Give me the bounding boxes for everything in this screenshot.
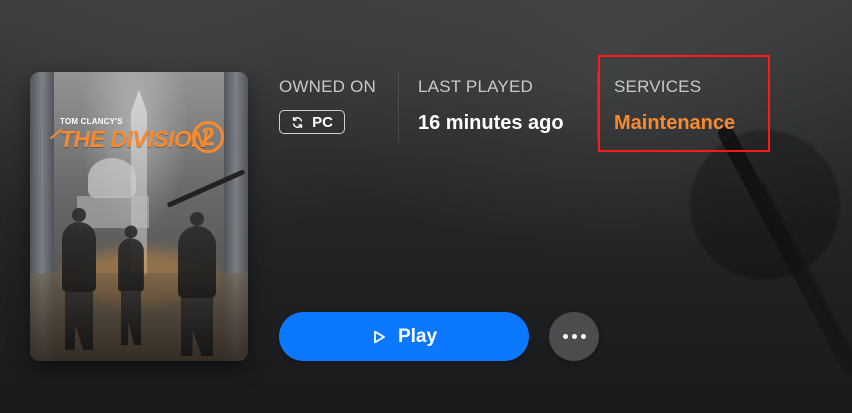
logo-title: THE DIVISION [60, 126, 208, 152]
play-button-label: Play [397, 325, 438, 347]
owned-on-label: OWNED ON [279, 77, 376, 96]
more-options-button[interactable] [549, 312, 599, 361]
logo-brand: TOM CLANCY'S [60, 117, 123, 126]
play-icon [374, 330, 385, 343]
last-played-label: LAST PLAYED [418, 77, 533, 96]
game-logo: TOM CLANCY'S THE DIVISION 2 [44, 114, 224, 184]
cover-soldier [118, 225, 144, 292]
cover-soldier [62, 208, 96, 292]
play-button[interactable]: Play [279, 312, 529, 361]
section-divider [398, 72, 399, 142]
platform-badge: PC [279, 110, 345, 134]
more-options-icon [562, 334, 568, 339]
game-cover[interactable]: TOM CLANCY'S THE DIVISION 2 [30, 72, 248, 361]
capitol-base [77, 196, 149, 228]
services-highlight-box [598, 55, 770, 152]
last-played-section: LAST PLAYED [418, 77, 533, 97]
cover-soldier [178, 212, 216, 298]
platform-label: PC [312, 113, 333, 131]
more-options-icon [580, 334, 586, 339]
logo-number: 2 [192, 121, 224, 153]
last-played-value: 16 minutes ago [418, 112, 564, 134]
sync-icon [292, 116, 303, 128]
more-options-icon [571, 334, 577, 339]
owned-on-section: OWNED ON [279, 77, 376, 97]
